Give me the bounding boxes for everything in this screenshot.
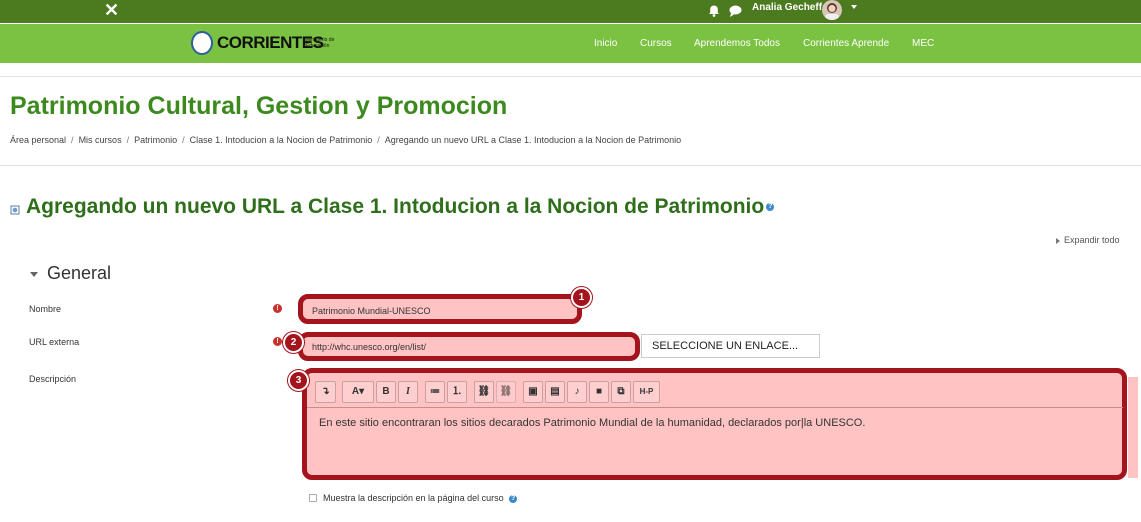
- show-description-checkbox[interactable]: [309, 494, 317, 502]
- bell-icon[interactable]: [707, 4, 721, 18]
- show-description-label: Muestra la descripción en la página del …: [323, 493, 518, 503]
- descripcion-editor[interactable]: En este sitio encontraran los sitios dec…: [319, 417, 865, 429]
- user-name[interactable]: Analia Gecheff: [752, 0, 822, 23]
- help-icon[interactable]: ?: [509, 494, 518, 503]
- section-general-label: General: [47, 263, 112, 283]
- breadcrumb-separator: /: [182, 135, 185, 145]
- expand-triangle-icon: [1056, 237, 1060, 244]
- toolbar-audio-button[interactable]: ♪: [567, 381, 587, 403]
- toolbar-numbered-list-button[interactable]: ⒈: [447, 381, 467, 403]
- breadcrumb-item[interactable]: Mis cursos: [79, 135, 122, 145]
- url-module-icon: [10, 205, 20, 215]
- form-heading: Agregando un nuevo URL a Clase 1. Intodu…: [26, 195, 775, 219]
- breadcrumb-separator: /: [126, 135, 130, 145]
- select-link-button[interactable]: SELECCIONE UN ENLACE...: [641, 334, 820, 358]
- toolbar-link-button[interactable]: ⛓: [474, 381, 494, 403]
- toolbar-video-button[interactable]: ■: [589, 381, 609, 403]
- breadcrumb-item-current[interactable]: Agregando un nuevo URL a Clase 1. Intodu…: [385, 135, 681, 145]
- url-label: URL externa: [29, 337, 80, 347]
- breadcrumb-separator: /: [71, 135, 74, 145]
- nav-cursos[interactable]: Cursos: [640, 24, 672, 63]
- close-icon[interactable]: ✕: [104, 0, 119, 23]
- annotation-badge-2: 2: [283, 332, 304, 353]
- toolbar-italic-button[interactable]: I: [398, 381, 418, 403]
- show-description-text: Muestra la descripción en la página del …: [323, 493, 504, 503]
- toolbar-bold-button[interactable]: B: [376, 381, 396, 403]
- user-menu-caret-icon[interactable]: [851, 5, 857, 9]
- breadcrumb-item[interactable]: Patrimonio: [134, 135, 177, 145]
- nav-mec[interactable]: MEC: [912, 24, 934, 63]
- top-bar: ✕ Analia Gecheff: [0, 0, 1141, 23]
- brand-ministry: Ministerio de Educación: [306, 37, 335, 49]
- collapse-triangle-icon: [30, 271, 38, 277]
- toolbar-image-button[interactable]: ▣: [523, 381, 543, 403]
- editor-scrollbar[interactable]: [1128, 377, 1138, 478]
- main-navbar: CORRIENTES Ministerio de Educación Inici…: [0, 24, 1141, 63]
- annotation-badge-1: 1: [571, 287, 592, 308]
- toolbar-font-style-button[interactable]: A▾: [342, 381, 374, 403]
- expand-all-link[interactable]: Expandir todo: [1056, 235, 1120, 245]
- descripcion-label: Descripción: [29, 374, 77, 384]
- breadcrumb-item[interactable]: Área personal: [10, 135, 66, 145]
- required-icon: !: [273, 304, 282, 313]
- toolbar-h5p-button[interactable]: H-P: [633, 381, 660, 403]
- breadcrumb-separator: /: [377, 135, 380, 145]
- page-title: Patrimonio Cultural, Gestion y Promocion: [10, 92, 508, 120]
- divider: [0, 76, 1141, 77]
- province-seal-icon: [191, 31, 213, 55]
- breadcrumb: Área personal / Mis cursos / Patrimonio / Clas…: [10, 135, 681, 145]
- toolbar-bullet-list-button[interactable]: ≔: [425, 381, 445, 403]
- toolbar-unlink-button[interactable]: ⛓: [496, 381, 516, 403]
- avatar-image: [825, 3, 839, 20]
- avatar[interactable]: [822, 0, 842, 20]
- nav-corrientes-aprende[interactable]: Corrientes Aprende: [803, 24, 889, 63]
- required-icon: !: [273, 337, 282, 346]
- nombre-input[interactable]: Patrimonio Mundial-UNESCO: [312, 306, 431, 316]
- divider: [0, 165, 1141, 166]
- toolbar-toggle-button[interactable]: ↴: [315, 381, 336, 403]
- annotation-badge-3: 3: [288, 370, 309, 391]
- toolbar-media-button[interactable]: ▤: [545, 381, 565, 403]
- url-input[interactable]: http://whc.unesco.org/en/list/: [312, 342, 426, 352]
- editor-toolbar: ↴ A▾ B I ≔ ⒈ ⛓ ⛓ ▣ ▤ ♪ ■ ⧉ H-P: [307, 377, 1123, 408]
- toolbar-manage-files-button[interactable]: ⧉: [611, 381, 631, 403]
- nav-aprendemos-todos[interactable]: Aprendemos Todos: [694, 24, 780, 63]
- nombre-label: Nombre: [29, 304, 62, 314]
- breadcrumb-item[interactable]: Clase 1. Intoducion a la Nocion de Patri…: [190, 135, 373, 145]
- expand-all-label: Expandir todo: [1064, 235, 1120, 245]
- chat-icon[interactable]: [728, 4, 743, 18]
- form-heading-text: Agregando un nuevo URL a Clase 1. Intodu…: [26, 195, 765, 218]
- section-general-toggle[interactable]: General: [30, 263, 111, 284]
- nav-inicio[interactable]: Inicio: [594, 24, 617, 63]
- help-icon[interactable]: ?: [766, 203, 775, 212]
